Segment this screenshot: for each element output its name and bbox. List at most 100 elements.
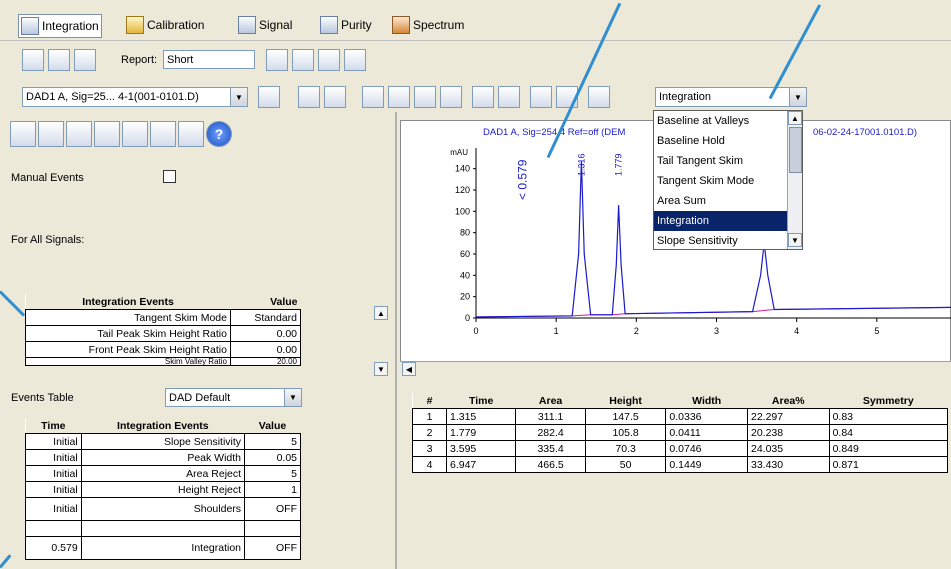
zoom-out-button[interactable] xyxy=(324,86,346,108)
dropdown-option[interactable]: Slope Sensitivity xyxy=(654,231,788,249)
preview-report-button[interactable] xyxy=(292,49,314,71)
splitter-up-button[interactable]: ▲ xyxy=(374,306,388,320)
x-tick-label: 4 xyxy=(794,326,799,336)
dropdown-option[interactable]: Integration xyxy=(654,211,788,231)
tool-button-4[interactable] xyxy=(498,86,520,108)
tool-button-5[interactable] xyxy=(530,86,552,108)
purity-icon xyxy=(320,16,338,34)
timed-events-table: Time Integration Events Value Initial Slope… xyxy=(25,418,301,560)
table-row[interactable]: Skim Valley Ratio 20.00 xyxy=(25,357,302,366)
left-tool-button-2[interactable] xyxy=(38,121,64,147)
dropdown-option[interactable]: Tangent Skim Mode xyxy=(654,171,788,191)
report-settings-button[interactable] xyxy=(344,49,366,71)
events-table-select[interactable]: DAD Default ▼ xyxy=(165,388,302,407)
integral-tool-button[interactable] xyxy=(472,86,494,108)
left-tool-button-6[interactable] xyxy=(150,121,176,147)
report-label: Report: xyxy=(121,54,158,66)
tool-button-7[interactable] xyxy=(588,86,610,108)
integration-icon xyxy=(21,17,39,35)
table-row[interactable]: Initial Area Reject 5 xyxy=(25,465,301,482)
print-report-button[interactable] xyxy=(318,49,340,71)
help-button[interactable]: ? xyxy=(206,121,232,147)
tool-button-3[interactable] xyxy=(440,86,462,108)
select-pointer-button[interactable] xyxy=(362,86,384,108)
tool-button-2[interactable] xyxy=(414,86,436,108)
dropdown-options: Baseline at Valleys Baseline Hold Tail Tan… xyxy=(654,111,788,249)
col-header: Integration Events xyxy=(25,294,231,310)
dropdown-option[interactable]: Baseline Hold xyxy=(654,131,788,151)
y-tick-label: 0 xyxy=(465,313,470,323)
y-tick-label: 120 xyxy=(455,185,470,195)
tool-button-1[interactable] xyxy=(388,86,410,108)
dropdown-option[interactable]: Area Sum xyxy=(654,191,788,211)
load-signal-button[interactable] xyxy=(258,86,280,108)
left-tool-button-3[interactable] xyxy=(66,121,92,147)
table-row[interactable]: 0.579 Integration OFF xyxy=(25,536,301,560)
x-tick-label: 1 xyxy=(554,326,559,336)
table-row[interactable] xyxy=(25,520,301,537)
splitter-bar[interactable] xyxy=(395,112,397,569)
table-row[interactable]: 4 6.947 466.5 50 0.1449 33.430 0.871 xyxy=(412,456,949,473)
edit-events-button[interactable] xyxy=(74,49,96,71)
zoom-in-button[interactable] xyxy=(298,86,320,108)
table-row[interactable]: Initial Shoulders OFF xyxy=(25,497,301,521)
y-tick-label: 60 xyxy=(460,249,470,259)
table-row[interactable]: 2 1.779 282.4 105.8 0.0411 20.238 0.84 xyxy=(412,424,949,441)
x-tick-label: 5 xyxy=(874,326,879,336)
dropdown-option[interactable]: Tail Tangent Skim xyxy=(654,151,788,171)
event-annotation: < 0.579 xyxy=(515,159,529,200)
report-select[interactable]: Short xyxy=(163,50,255,69)
table-row[interactable]: Initial Peak Width 0.05 xyxy=(25,449,301,466)
y-tick-label: 140 xyxy=(455,164,470,174)
dropdown-option[interactable]: Baseline at Valleys xyxy=(654,111,788,131)
scroll-left-button[interactable]: ◀ xyxy=(402,362,416,376)
table-row[interactable]: 3 3.595 335.4 70.3 0.0746 24.035 0.849 xyxy=(412,440,949,457)
left-tool-button-1[interactable] xyxy=(10,121,36,147)
col-header: Value xyxy=(230,294,301,310)
copy-report-button[interactable] xyxy=(266,49,288,71)
chevron-down-icon: ▼ xyxy=(789,88,806,106)
y-axis-unit: mAU xyxy=(450,148,468,157)
callout-arrow xyxy=(0,554,12,569)
manual-events-checkbox[interactable] xyxy=(163,170,176,183)
results-table: # Time Area Height Width Area% Symmetry … xyxy=(412,393,949,473)
dropdown-scrollbar[interactable]: ▲ ▼ xyxy=(787,111,802,249)
table-row[interactable]: Initial Slope Sensitivity 5 xyxy=(25,433,301,450)
col-header: Width xyxy=(665,393,748,409)
dropdown-scroll-down-button[interactable]: ▼ xyxy=(788,233,802,247)
col-header: # xyxy=(412,393,447,409)
tab-calibration[interactable]: Calibration xyxy=(126,14,204,36)
table-row[interactable]: Tail Peak Skim Height Ratio 0.00 xyxy=(25,325,302,342)
left-tool-button-4[interactable] xyxy=(94,121,120,147)
chevron-down-icon: ▼ xyxy=(284,389,301,406)
table-row[interactable]: Initial Height Reject 1 xyxy=(25,481,301,498)
col-header: Time xyxy=(446,393,516,409)
signal-select[interactable]: DAD1 A, Sig=25... 4-1(001-0101.D) ▼ xyxy=(22,87,248,107)
chart-hscrollbar[interactable]: ◀ xyxy=(400,361,951,376)
col-header: Integration Events xyxy=(81,418,245,434)
left-tool-button-5[interactable] xyxy=(122,121,148,147)
y-tick-label: 100 xyxy=(455,206,470,216)
x-tick-label: 0 xyxy=(473,326,478,336)
tab-purity[interactable]: Purity xyxy=(320,14,372,36)
integration-dropdown-list[interactable]: Baseline at Valleys Baseline Hold Tail Tan… xyxy=(653,110,803,250)
y-tick-label: 80 xyxy=(460,228,470,238)
mode-select[interactable]: Integration ▼ xyxy=(655,87,807,107)
col-header: Time xyxy=(25,418,82,434)
tab-integration[interactable]: Integration xyxy=(18,14,102,38)
table-row[interactable]: 1 1.315 311.1 147.5 0.0336 22.297 0.83 xyxy=(412,408,949,425)
auto-integrate-button[interactable] xyxy=(48,49,70,71)
table-row[interactable]: Tangent Skim Mode Standard xyxy=(25,309,302,326)
events-table-label: Events Table xyxy=(11,392,74,404)
y-tick-label: 40 xyxy=(460,270,470,280)
tab-spectrum[interactable]: Spectrum xyxy=(392,14,464,36)
dropdown-scroll-up-button[interactable]: ▲ xyxy=(788,111,802,125)
table-row[interactable]: Front Peak Skim Height Ratio 0.00 xyxy=(25,341,302,358)
spectrum-icon xyxy=(392,16,410,34)
splitter-down-button[interactable]: ▼ xyxy=(374,362,388,376)
peak-label: 1.779 xyxy=(614,153,624,176)
integrate-button[interactable] xyxy=(22,49,44,71)
tab-signal[interactable]: Signal xyxy=(238,14,292,36)
dropdown-scroll-thumb[interactable] xyxy=(789,127,802,173)
left-tool-button-7[interactable] xyxy=(178,121,204,147)
